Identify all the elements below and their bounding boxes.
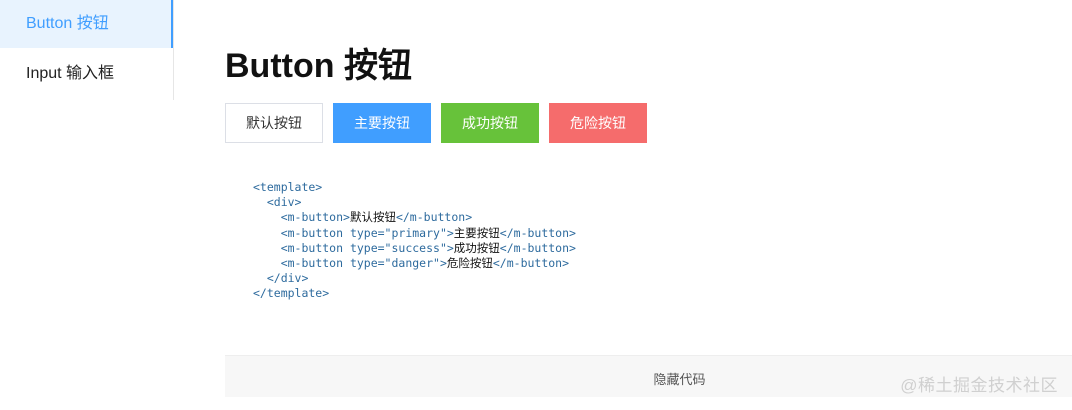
default-button[interactable]: 默认按钮 — [225, 103, 323, 143]
code-line-open: <m-button type="danger"> — [280, 256, 447, 271]
code-line-text: 主要按钮 — [453, 225, 500, 240]
code-div-open: <div> — [266, 195, 302, 210]
code-line-text: 危险按钮 — [446, 256, 493, 271]
code-line-close: </m-button> — [499, 225, 576, 240]
code-block: <template> <div> <m-button>默认按钮</m-butto… — [253, 180, 576, 302]
watermark: @稀土掘金技术社区 — [900, 376, 1058, 395]
code-line-open: <m-button type="success"> — [280, 240, 454, 255]
code-line-close: </m-button> — [395, 210, 473, 225]
danger-button[interactable]: 危险按钮 — [549, 103, 647, 143]
code-div-close: </div> — [266, 271, 309, 286]
sidebar: Button 按钮 Input 输入框 — [0, 0, 174, 100]
code-line-close: </m-button> — [499, 240, 576, 255]
code-template-close: </template> — [253, 286, 330, 301]
code-line-text: 成功按钮 — [453, 240, 500, 255]
code-line-text: 默认按钮 — [349, 210, 396, 225]
success-button[interactable]: 成功按钮 — [441, 103, 539, 143]
code-line-open: <m-button> — [280, 210, 350, 225]
button-demo-row: 默认按钮 主要按钮 成功按钮 危险按钮 — [225, 103, 657, 143]
page-title: Button 按钮 — [225, 47, 412, 85]
code-line-close: </m-button> — [492, 256, 570, 271]
page: Button 按钮 Input 输入框 Button 按钮 默认按钮 主要按钮 … — [0, 0, 1072, 410]
code-template-open: <template> — [253, 180, 323, 194]
sidebar-item-input[interactable]: Input 输入框 — [0, 50, 173, 98]
sidebar-item-button[interactable]: Button 按钮 — [0, 0, 173, 48]
primary-button[interactable]: 主要按钮 — [333, 103, 431, 143]
code-line-open: <m-button type="primary"> — [280, 225, 454, 240]
hide-code-label: 隐藏代码 — [653, 372, 706, 387]
